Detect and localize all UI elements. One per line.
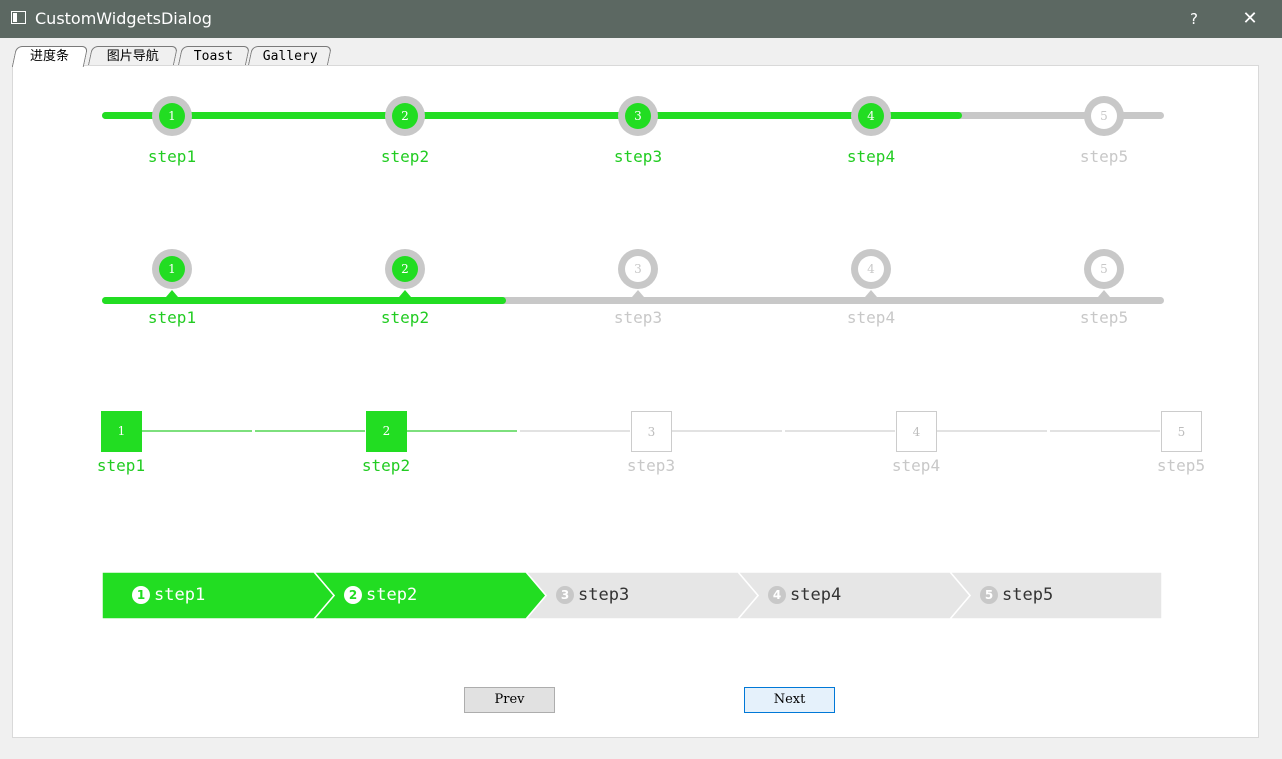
step-square[interactable]: 4 [896, 411, 937, 452]
step-number-icon: 1 [132, 586, 150, 604]
step-number: 3 [625, 256, 651, 282]
progress-fill [102, 297, 506, 304]
step-node[interactable]: 3 [618, 249, 658, 289]
step-label: step2 [366, 585, 418, 605]
tab-toast[interactable]: Toast [177, 46, 251, 65]
step-node[interactable]: 2 [385, 96, 425, 136]
connector-line [937, 430, 1047, 432]
connector-line [672, 430, 782, 432]
step-pointer [166, 290, 178, 297]
step-number: 4 [858, 103, 884, 129]
tab-gallery[interactable]: Gallery [247, 46, 333, 65]
connector-line [407, 430, 517, 432]
close-icon[interactable]: ✕ [1236, 6, 1264, 32]
prev-button[interactable]: Prev [464, 687, 555, 713]
step-label: step3 [626, 456, 676, 475]
step-number-icon: 5 [980, 586, 998, 604]
connector-line [1049, 430, 1160, 432]
progress-fill [102, 112, 962, 119]
step-pointer [632, 290, 644, 297]
step-number-icon: 3 [556, 586, 574, 604]
step-square[interactable]: 3 [631, 411, 672, 452]
help-button[interactable]: ? [1180, 6, 1208, 32]
tab-label: 图片导航 [106, 49, 159, 64]
app-window-icon [11, 11, 26, 24]
step-label: step3 [613, 147, 663, 166]
step-label: step1 [154, 585, 206, 605]
step-node[interactable]: 1 [152, 96, 192, 136]
step-node[interactable]: 1 [152, 249, 192, 289]
step-node[interactable]: 3 [618, 96, 658, 136]
step-label: step4 [846, 308, 896, 327]
step-pointer [1098, 290, 1110, 297]
step-label: step4 [891, 456, 941, 475]
step-number: 4 [858, 256, 884, 282]
step-number-icon: 2 [344, 586, 362, 604]
stepper-arrow: 1 step1 2 step2 3 step3 4 step4 5 step5 [102, 572, 1162, 619]
connector-line [519, 430, 630, 432]
step-label: step4 [846, 147, 896, 166]
step-square[interactable]: 5 [1161, 411, 1202, 452]
step-node[interactable]: 4 [851, 96, 891, 136]
step-node[interactable]: 2 [385, 249, 425, 289]
step-label: step1 [96, 456, 146, 475]
step-label: step5 [1079, 308, 1129, 327]
step-label: step5 [1002, 585, 1054, 605]
tab-label: 进度条 [30, 49, 70, 64]
step-square[interactable]: 1 [101, 411, 142, 452]
step-number: 5 [1091, 103, 1117, 129]
step-label: step5 [1079, 147, 1129, 166]
step-label: step3 [578, 585, 630, 605]
step-label: step3 [613, 308, 663, 327]
step-number: 1 [159, 256, 185, 282]
connector-line [784, 430, 895, 432]
arrow-step-label: 2 step2 [344, 585, 417, 605]
step-label: step2 [380, 308, 430, 327]
arrow-step-label: 4 step4 [768, 585, 841, 605]
step-label: step5 [1156, 456, 1206, 475]
step-label: step2 [361, 456, 411, 475]
step-number: 1 [159, 103, 185, 129]
step-label: step1 [147, 308, 197, 327]
step-square[interactable]: 2 [366, 411, 407, 452]
tab-label: Gallery [262, 49, 318, 64]
arrow-step-label: 1 step1 [132, 585, 205, 605]
step-label: step1 [147, 147, 197, 166]
step-number: 3 [625, 103, 651, 129]
step-node[interactable]: 5 [1084, 249, 1124, 289]
step-node[interactable]: 5 [1084, 96, 1124, 136]
connector-line [142, 430, 252, 432]
arrow-step-label: 5 step5 [980, 585, 1053, 605]
connector-line [254, 430, 365, 432]
step-node[interactable]: 4 [851, 249, 891, 289]
tab-image-nav[interactable]: 图片导航 [87, 46, 179, 65]
arrow-step-label: 3 step3 [556, 585, 629, 605]
step-number: 5 [1091, 256, 1117, 282]
step-number-icon: 4 [768, 586, 786, 604]
next-button[interactable]: Next [744, 687, 835, 713]
step-number: 2 [392, 103, 418, 129]
step-pointer [399, 290, 411, 297]
step-pointer [865, 290, 877, 297]
step-label: step4 [790, 585, 842, 605]
title-bar: CustomWidgetsDialog ? ✕ [0, 0, 1282, 38]
step-label: step2 [380, 147, 430, 166]
step-number: 2 [392, 256, 418, 282]
tab-label: Toast [194, 49, 234, 64]
window-title: CustomWidgetsDialog [35, 9, 212, 28]
tab-progress-bar[interactable]: 进度条 [11, 46, 89, 67]
